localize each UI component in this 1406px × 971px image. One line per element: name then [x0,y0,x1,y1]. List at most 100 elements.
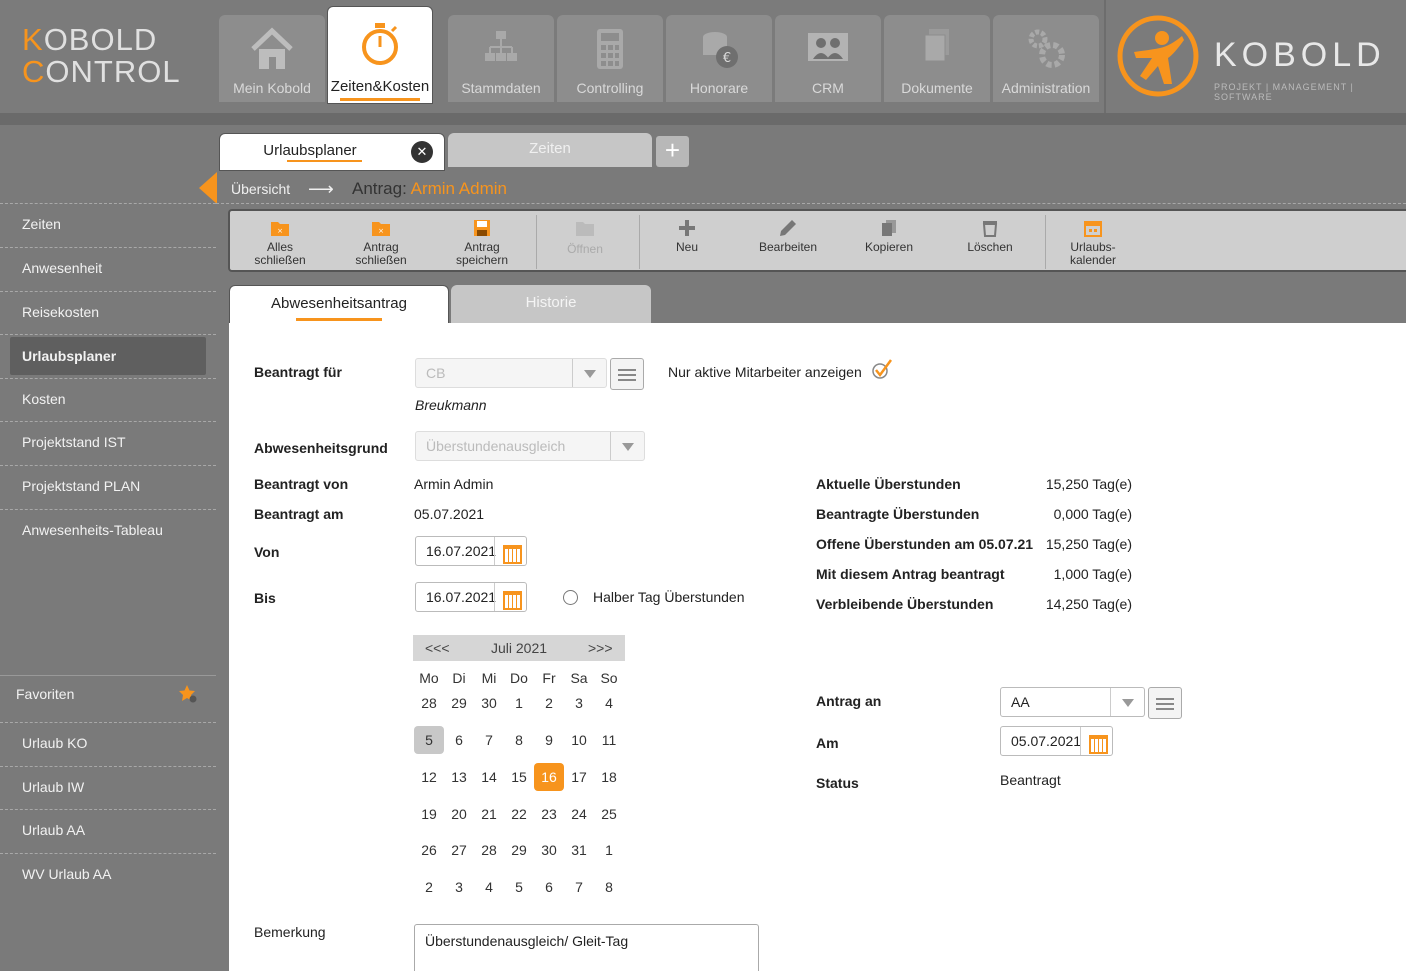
calendar-day[interactable]: 6 [444,726,474,754]
calendar-icon[interactable] [494,537,526,565]
calendar-day[interactable]: 2 [534,689,564,717]
documents-icon [924,29,949,62]
favorite-item[interactable]: WV Urlaub AA [0,853,216,897]
sidebar-item-kosten[interactable]: Kosten [0,378,216,422]
absence-reason-select[interactable]: Überstundenausgleich [415,431,645,461]
von-date-field[interactable]: 16.07.2021 [415,536,527,566]
favorite-item[interactable]: Urlaub IW [0,766,216,810]
calendar-day[interactable]: 8 [594,873,624,901]
calendar-day[interactable]: 4 [474,873,504,901]
nav-tab-dokumente[interactable]: Dokumente [884,15,990,102]
calendar-day[interactable]: 22 [504,800,534,828]
doc-tab-zeiten[interactable]: Zeiten [448,133,652,167]
calendar-day[interactable]: 30 [534,836,564,864]
calendar-day[interactable]: 10 [564,726,594,754]
nav-tab-stammdaten[interactable]: Stammdaten [448,15,554,102]
calendar-day[interactable]: 29 [504,836,534,864]
nav-tab-crm[interactable]: CRM [775,15,881,102]
calendar-day[interactable]: 1 [594,836,624,864]
sidebar-item-projektstand-plan[interactable]: Projektstand PLAN [0,465,216,509]
breadcrumb-root[interactable]: Übersicht [231,176,290,204]
calendar-day[interactable]: 6 [534,873,564,901]
bis-date-field[interactable]: 16.07.2021 [415,582,527,612]
calendar-day[interactable]: 16 [534,763,564,791]
approver-select[interactable]: AA [1000,687,1145,717]
calendar-day[interactable]: 8 [504,726,534,754]
calendar-day[interactable]: 29 [444,689,474,717]
calendar-day[interactable]: 28 [474,836,504,864]
beantragt-von-label: Beantragt von [254,476,349,492]
calendar-day[interactable]: 14 [474,763,504,791]
calendar-next-button[interactable]: >>> [588,640,613,656]
employee-list-button[interactable] [610,358,644,390]
vacation-calendar-button[interactable]: Urlaubs-kalender [1043,219,1143,271]
star-add-icon[interactable] [178,684,198,704]
calendar-day[interactable]: 4 [594,689,624,717]
close-icon[interactable]: ✕ [411,141,433,163]
calendar-prev-button[interactable]: <<< [425,640,450,656]
remark-textarea[interactable]: Überstundenausgleich/ Gleit-Tag [414,924,759,971]
calendar-day[interactable]: 17 [564,763,594,791]
calendar-day[interactable]: 23 [534,800,564,828]
calendar-day[interactable]: 18 [594,763,624,791]
sidebar-item-anwesenheits-tableau[interactable]: Anwesenheits-Tableau [0,509,216,553]
close-request-button[interactable]: × Antrag schließen [331,219,431,271]
calendar-day[interactable]: 5 [414,726,444,754]
calendar-day[interactable]: 25 [594,800,624,828]
close-all-button[interactable]: × Alles schließen [230,219,330,271]
approver-list-button[interactable] [1148,687,1182,719]
add-tab-button[interactable]: + [656,136,689,167]
back-arrow-icon[interactable] [199,172,217,204]
favorite-item[interactable]: Urlaub KO [0,722,216,766]
calendar-icon[interactable] [1080,727,1112,755]
calendar-day[interactable]: 15 [504,763,534,791]
sidebar-item-projektstand-ist[interactable]: Projektstand IST [0,421,216,465]
active-only-checkbox[interactable] [871,358,893,380]
calendar-day[interactable]: 31 [564,836,594,864]
calendar-day[interactable]: 9 [534,726,564,754]
doc-tab-urlaubsplaner[interactable]: Urlaubsplaner ✕ [219,133,445,171]
sidebar-item-zeiten[interactable]: Zeiten [0,203,216,247]
calendar-day[interactable]: 12 [414,763,444,791]
calendar-day[interactable]: 3 [444,873,474,901]
nav-tab-controlling[interactable]: Controlling [557,15,663,102]
calendar-day[interactable]: 20 [444,800,474,828]
open-button[interactable]: Öffnen [535,219,635,271]
sidebar-item-anwesenheit[interactable]: Anwesenheit [0,247,216,291]
calendar-day[interactable]: 27 [444,836,474,864]
sidebar-item-reisekosten[interactable]: Reisekosten [0,291,216,335]
calendar-day[interactable]: 5 [504,873,534,901]
calendar-day[interactable]: 19 [414,800,444,828]
edit-button[interactable]: Bearbeiten [738,219,838,271]
calendar-day[interactable]: 21 [474,800,504,828]
calendar-day[interactable]: 24 [564,800,594,828]
calendar-day[interactable]: 11 [594,726,624,754]
nav-tab-administration[interactable]: Administration [993,15,1099,102]
calendar-weekday: Mo [419,670,439,686]
new-button[interactable]: Neu [637,219,737,271]
calendar-day[interactable]: 1 [504,689,534,717]
sidebar-item-urlaubsplaner[interactable]: Urlaubsplaner [10,337,206,375]
save-request-button[interactable]: Antrag speichern [432,219,532,271]
list-icon-line [618,374,636,376]
tab-historie[interactable]: Historie [451,285,651,323]
nav-tab-mein-kobold[interactable]: Mein Kobold [219,15,325,102]
calendar-day[interactable]: 2 [414,873,444,901]
copy-button[interactable]: Kopieren [839,219,939,271]
favorite-item[interactable]: Urlaub AA [0,809,216,853]
employee-select[interactable]: CB [415,358,607,388]
calendar-day[interactable]: 28 [414,689,444,717]
calendar-icon[interactable] [494,583,526,611]
nav-tab-zeiten-kosten[interactable]: Zeiten&Kosten [327,6,433,104]
calendar-day[interactable]: 30 [474,689,504,717]
calendar-day[interactable]: 13 [444,763,474,791]
calendar-day[interactable]: 7 [474,726,504,754]
approval-date-field[interactable]: 05.07.2021 [1000,726,1113,756]
calendar-day[interactable]: 3 [564,689,594,717]
half-day-radio[interactable] [563,590,578,605]
tab-abwesenheitsantrag[interactable]: Abwesenheitsantrag [229,285,449,325]
calendar-day[interactable]: 7 [564,873,594,901]
nav-tab-honorare[interactable]: € Honorare [666,15,772,102]
calendar-day[interactable]: 26 [414,836,444,864]
delete-button[interactable]: Löschen [940,219,1040,271]
